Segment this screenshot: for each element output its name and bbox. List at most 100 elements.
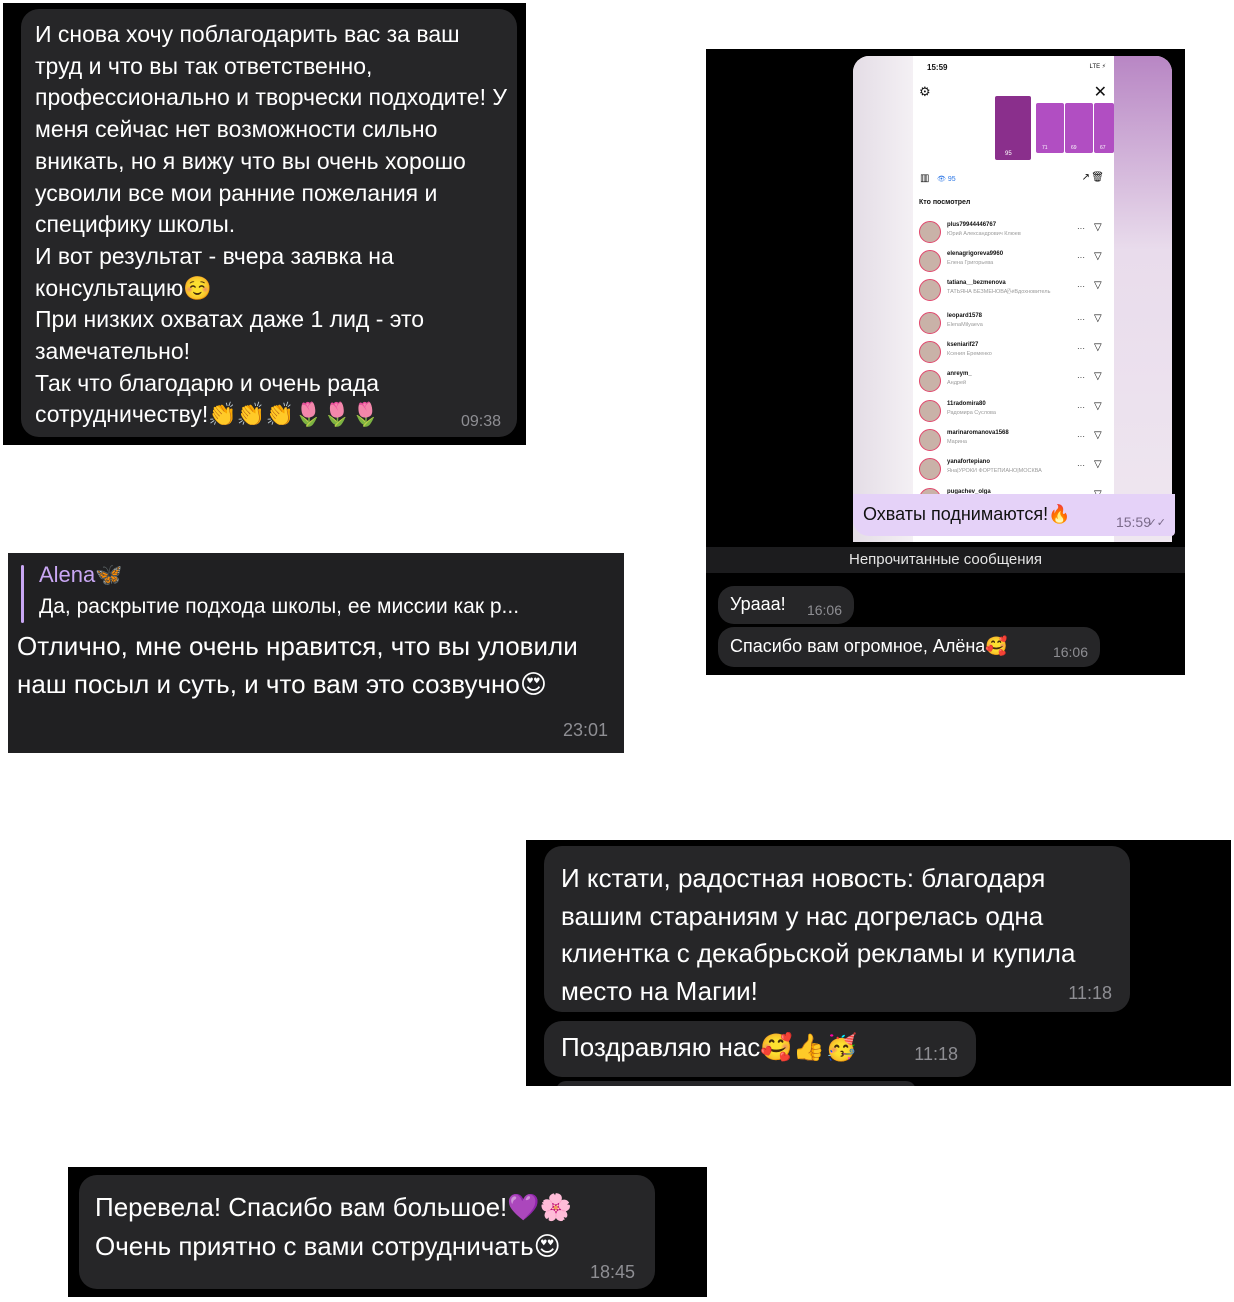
message-text: И снова хочу поблагодарить вас за ваш тр…: [35, 21, 507, 428]
views-count: 👁 95: [937, 176, 956, 183]
trend-icon: ↗: [1081, 172, 1090, 183]
viewer-username: kseniarif27: [947, 342, 979, 348]
more-icon: ···: [1077, 282, 1085, 291]
viewer-row: anreym_ Андрей ··· ▽: [919, 370, 1109, 398]
story-views-screen: 15:59 LTE ⚡ ⚙ ✕ 95 71 69 67 ▥ 👁 95 ↗ 🗑 К…: [913, 56, 1114, 542]
viewer-name: Яна|УРОКИ ФОРТЕПИАНО|МОСКВА: [947, 468, 1042, 474]
story-thumbnail: 95: [995, 96, 1031, 160]
viewer-row: yanafortepiano Яна|УРОКИ ФОРТЕПИАНО|МОСК…: [919, 458, 1109, 486]
message-time: 11:18: [1068, 983, 1112, 1003]
message-text: Спасибо вам огромное, Алёна🥰: [730, 636, 1008, 656]
viewer-row: tatiana__bezmenova ТАТЬЯНА БЕЗМЕНОВА🌬Вдо…: [919, 279, 1109, 307]
viewer-username: elenagrigoreva9960: [947, 251, 1004, 257]
avatar: [919, 250, 941, 272]
send-icon: ▽: [1094, 251, 1102, 262]
more-icon: ···: [1077, 373, 1085, 382]
message-bubble[interactable]: И кстати, радостная новость: благодаря в…: [544, 846, 1130, 1012]
chat-screenshot-2: Alena🦋 Да, раскрытие подхода школы, ее м…: [8, 553, 624, 753]
more-icon: ···: [1077, 461, 1085, 470]
message-time: 18:45: [589, 1262, 635, 1282]
avatar: [919, 400, 941, 422]
viewer-username: 11radomira80: [947, 401, 986, 407]
story-view-count: 71: [1042, 145, 1048, 151]
avatar: [919, 370, 941, 392]
status-indicators: LTE ⚡: [1089, 64, 1106, 70]
read-checkmarks-icon: ✓✓: [1147, 517, 1166, 529]
send-icon: ▽: [1094, 459, 1102, 470]
story-view-count: 67: [1100, 145, 1106, 151]
message-bubble[interactable]: И снова хочу поблагодарить вас за ваш тр…: [21, 9, 517, 437]
send-icon: ▽: [1094, 342, 1102, 353]
blurred-background: [1114, 56, 1172, 542]
unread-messages-divider: Непрочитанные сообщения: [706, 547, 1185, 573]
status-time: 15:59: [927, 63, 948, 72]
message-bubble[interactable]: Перевела! Спасибо вам большое!💜🌸 Очень п…: [79, 1175, 655, 1289]
send-icon: ▽: [1094, 313, 1102, 324]
message-bubble-partial: [556, 1081, 916, 1086]
message-text: Охваты поднимаются!🔥: [863, 504, 1071, 524]
story-view-count: 95: [1005, 151, 1012, 157]
viewer-name: Андрей: [947, 380, 967, 386]
story-thumbnail: 69: [1065, 103, 1093, 153]
message-bubble[interactable]: Урааа! 16:06: [718, 586, 854, 624]
viewer-name: Ксения Еременко: [947, 351, 992, 357]
chat-screenshot-4: И кстати, радостная новость: благодаря в…: [526, 840, 1231, 1086]
viewer-name: Юрий Александрович Клюев: [947, 231, 1021, 237]
send-icon: ▽: [1094, 401, 1102, 412]
message-time: 23:01: [562, 720, 608, 740]
send-icon: ▽: [1094, 222, 1102, 233]
send-icon: ▽: [1094, 280, 1102, 291]
message-bubble[interactable]: Поздравляю нас🥰👍🥳 11:18: [544, 1021, 976, 1077]
message-time: 09:38: [460, 413, 501, 430]
viewer-username: anreym_: [947, 371, 972, 377]
more-icon: ···: [1077, 224, 1085, 233]
viewer-row: leopard1578 ElenaMilyaeva ··· ▽: [919, 312, 1109, 340]
story-thumbnail: 71: [1036, 103, 1064, 153]
message-text: Поздравляю нас🥰👍🥳: [561, 1032, 858, 1062]
viewer-name: Радомира Суслова: [947, 410, 996, 416]
send-icon: ▽: [1094, 371, 1102, 382]
viewer-row: kseniarif27 Ксения Еременко ··· ▽: [919, 341, 1109, 369]
message-text: Отлично, мне очень нравится, что вы улов…: [17, 631, 578, 699]
avatar: [919, 279, 941, 301]
viewers-heading: Кто посмотрел: [919, 199, 971, 206]
reply-quote-text[interactable]: Да, раскрытие подхода школы, ее миссии к…: [39, 595, 619, 619]
viewer-row: elenagrigoreva9960 Елена Григорьева ··· …: [919, 250, 1109, 278]
message-bubble[interactable]: Спасибо вам огромное, Алёна🥰 16:06: [718, 627, 1100, 667]
more-icon: ···: [1077, 315, 1085, 324]
message-time: 11:18: [914, 1044, 958, 1064]
more-icon: ···: [1077, 253, 1085, 262]
stats-icon: ▥: [920, 173, 930, 184]
settings-icon: ⚙: [919, 84, 931, 99]
reply-author: Alena🦋: [39, 562, 123, 587]
message-text: Урааа!: [730, 594, 786, 614]
chat-screenshot-3: 15:59 LTE ⚡ ⚙ ✕ 95 71 69 67 ▥ 👁 95 ↗ 🗑 К…: [706, 49, 1185, 675]
close-icon: ✕: [1093, 84, 1107, 101]
outgoing-message-bubble[interactable]: Охваты поднимаются!🔥 15:59 ✓✓: [853, 494, 1175, 536]
chat-screenshot-5: Перевела! Спасибо вам большое!💜🌸 Очень п…: [68, 1167, 707, 1297]
avatar: [919, 312, 941, 334]
blurred-background: [853, 56, 913, 542]
viewer-name: ElenaMilyaeva: [947, 322, 983, 328]
viewer-username: tatiana__bezmenova: [947, 280, 1006, 286]
viewer-row: marinaromanova1568 Марина ··· ▽: [919, 429, 1109, 457]
story-screenshot-image[interactable]: 15:59 LTE ⚡ ⚙ ✕ 95 71 69 67 ▥ 👁 95 ↗ 🗑 К…: [853, 56, 1172, 542]
story-view-count: 69: [1071, 145, 1077, 151]
message-text: Перевела! Спасибо вам большое!💜🌸 Очень п…: [95, 1192, 573, 1261]
more-icon: ···: [1077, 432, 1085, 441]
viewer-name: Елена Григорьева: [947, 260, 994, 266]
story-thumbnail: 67: [1094, 103, 1114, 153]
views-number: 95: [947, 176, 956, 183]
message-time: 16:06: [1052, 644, 1088, 660]
message-time: 15:59: [1115, 514, 1151, 530]
viewer-name: Марина: [947, 439, 967, 445]
trash-icon: 🗑: [1091, 172, 1104, 183]
avatar: [919, 458, 941, 480]
viewer-username: yanafortepiano: [947, 459, 991, 465]
avatar: [919, 221, 941, 243]
viewer-name: ТАТЬЯНА БЕЗМЕНОВА🌬Вдохновитель: [947, 289, 1051, 295]
viewer-row: plus79944446767 Юрий Александрович Клюев…: [919, 221, 1109, 249]
message-time: 16:06: [806, 602, 842, 618]
viewer-username: marinaromanova1568: [947, 430, 1009, 436]
reply-quote-bar: [21, 565, 24, 623]
